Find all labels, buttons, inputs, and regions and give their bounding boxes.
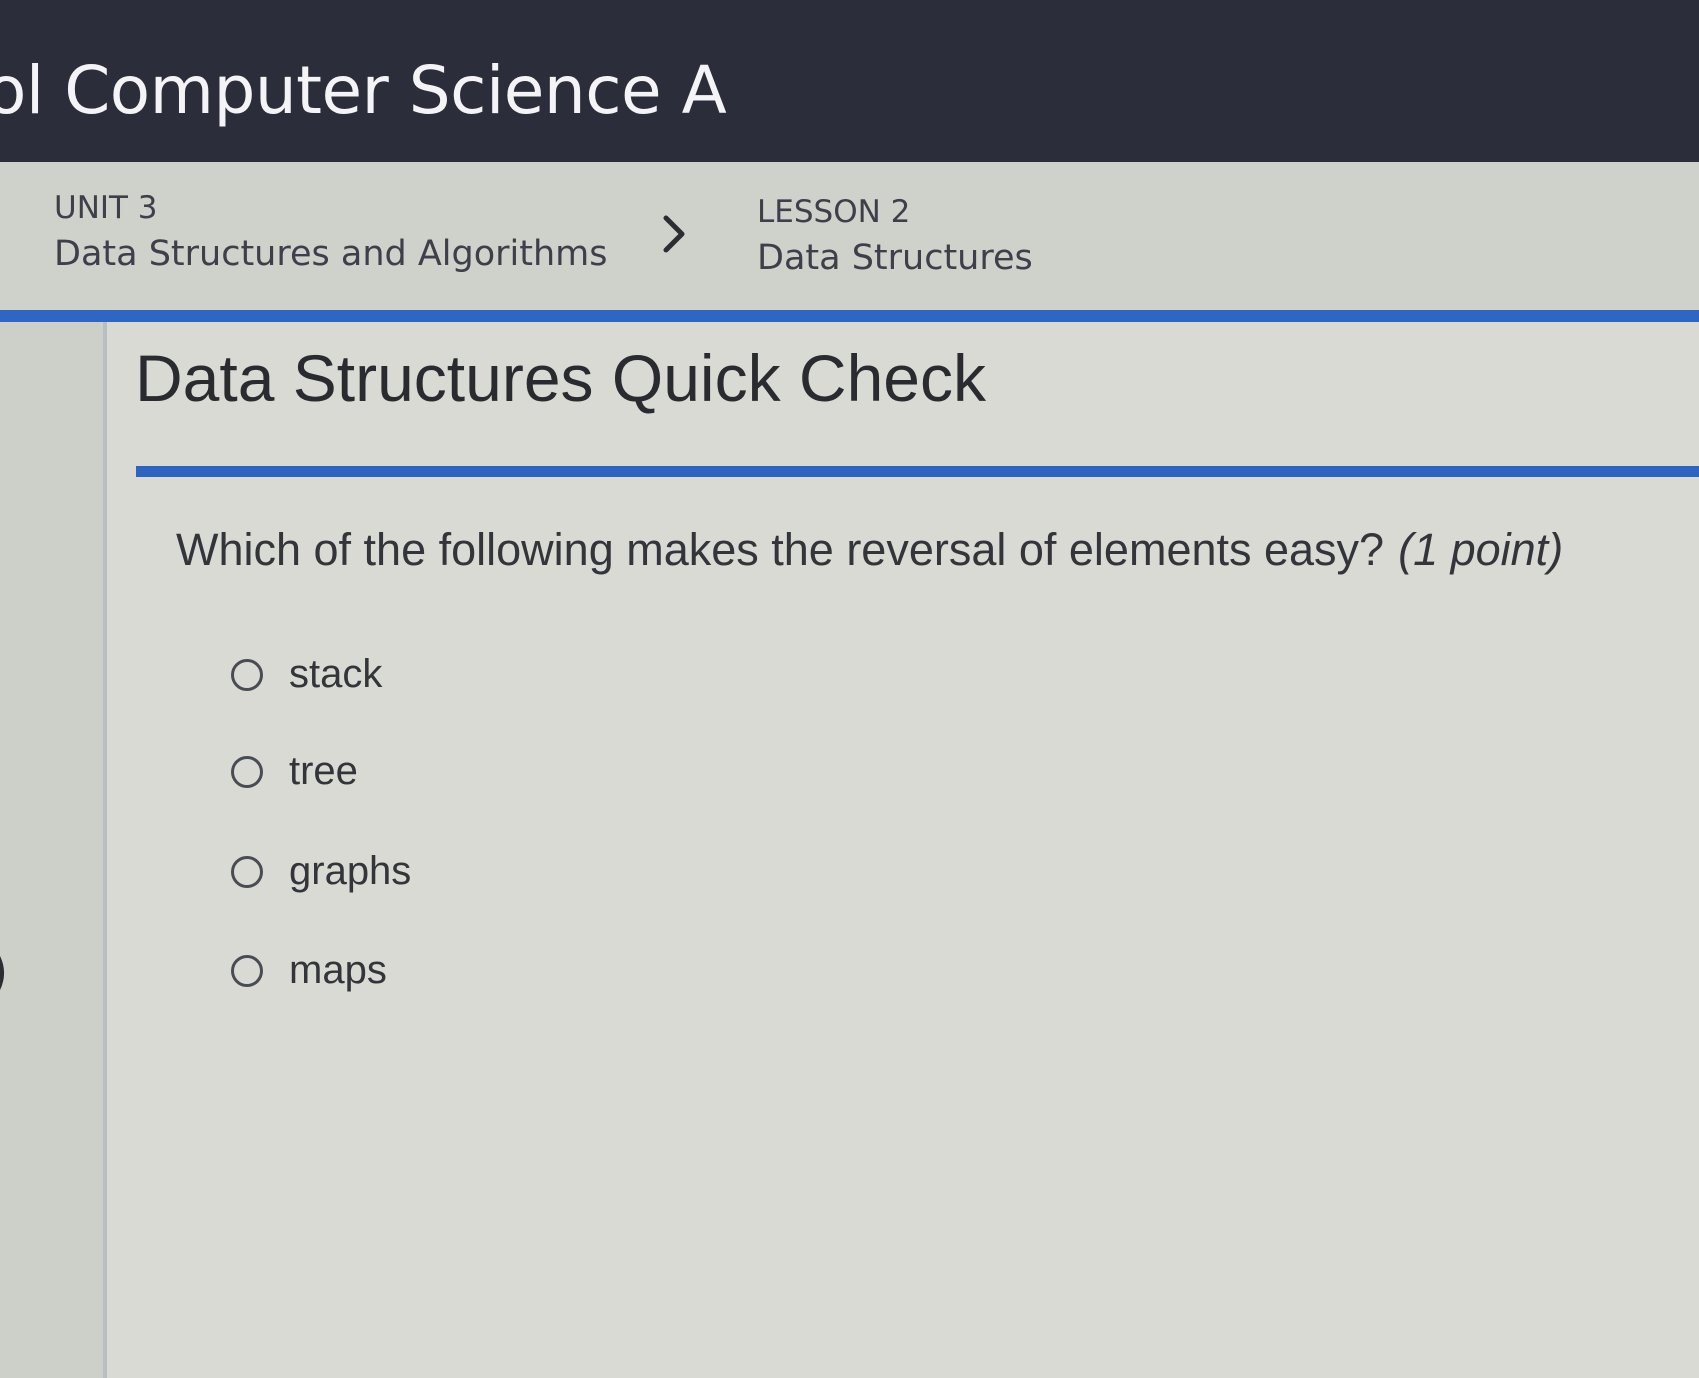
answer-option-graphs[interactable]: graphs xyxy=(231,849,411,894)
breadcrumb-divider xyxy=(0,310,1699,322)
question-text: Which of the following makes the reversa… xyxy=(176,524,1563,576)
unit-label: UNIT 3 xyxy=(54,190,158,226)
course-header: ol Computer Science A xyxy=(0,0,1699,162)
breadcrumb-lesson[interactable]: LESSON 2 Data Structures xyxy=(757,194,1033,278)
page-title: Data Structures Quick Check xyxy=(135,341,986,415)
answer-option-maps[interactable]: maps xyxy=(231,948,387,993)
breadcrumb-unit[interactable]: UNIT 3 Data Structures and Algorithms xyxy=(54,190,608,274)
quiz-content: Data Structures Quick Check Which of the… xyxy=(107,322,1699,1378)
answer-option-tree[interactable]: tree xyxy=(231,749,358,794)
lesson-name: Data Structures xyxy=(757,238,1033,278)
radio-button[interactable] xyxy=(231,658,263,691)
question-prompt: Which of the following makes the reversa… xyxy=(176,524,1385,575)
option-label: stack xyxy=(289,652,383,696)
unit-name: Data Structures and Algorithms xyxy=(54,234,608,274)
radio-button[interactable] xyxy=(231,855,263,888)
option-label: maps xyxy=(289,948,387,992)
breadcrumb: UNIT 3 Data Structures and Algorithms LE… xyxy=(0,162,1699,310)
option-label: tree xyxy=(289,749,358,793)
answer-option-stack[interactable]: stack xyxy=(231,652,382,697)
collapse-panel-icon[interactable] xyxy=(0,938,20,1008)
left-panel xyxy=(0,322,104,1378)
radio-button[interactable] xyxy=(231,755,263,788)
radio-button[interactable] xyxy=(231,954,263,987)
title-divider xyxy=(136,466,1699,477)
question-points: (1 point) xyxy=(1398,524,1564,575)
option-label: graphs xyxy=(289,849,412,893)
course-title: ol Computer Science A xyxy=(0,52,727,129)
chevron-right-icon xyxy=(663,215,685,253)
lesson-label: LESSON 2 xyxy=(757,194,911,230)
